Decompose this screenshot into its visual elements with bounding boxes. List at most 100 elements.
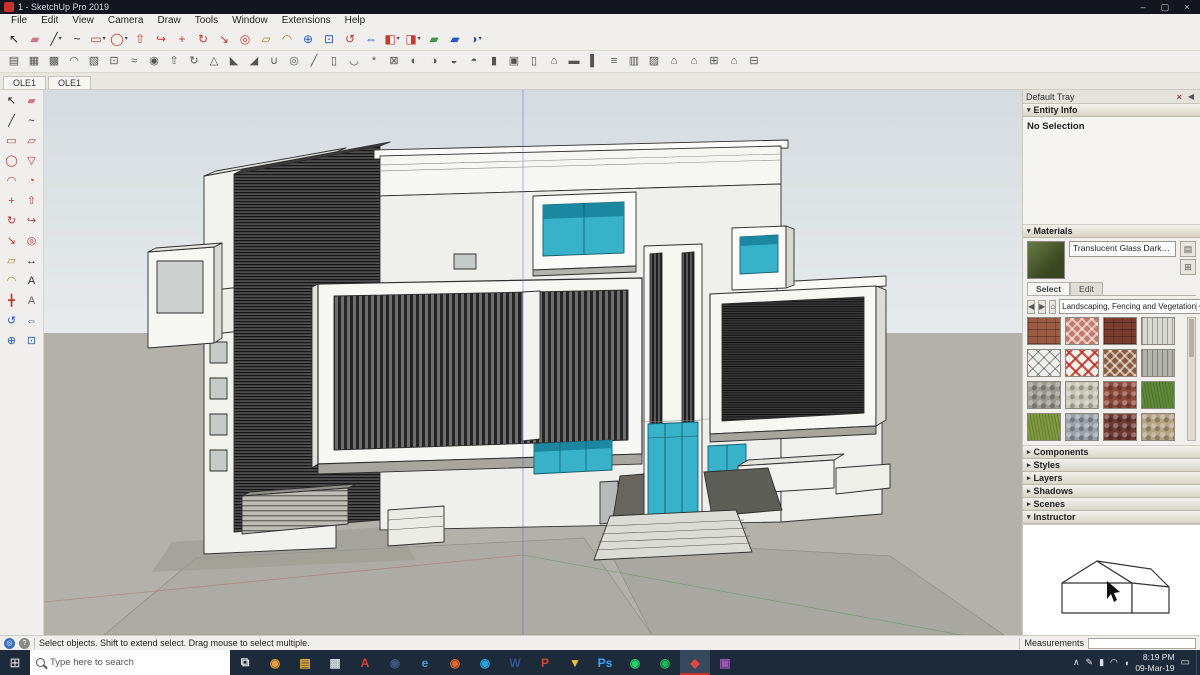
- pen-icon[interactable]: ✎: [1086, 657, 1094, 668]
- task-view-button[interactable]: ⧉: [230, 650, 260, 675]
- grid-tool[interactable]: ▩: [44, 52, 64, 72]
- hidden-icons-chevron[interactable]: ∧: [1073, 657, 1080, 668]
- steam-icon[interactable]: ◉: [380, 650, 410, 675]
- tray-close-icon[interactable]: ×: [1174, 92, 1185, 102]
- zoom-tool[interactable]: ⊕: [298, 29, 318, 49]
- menu-item[interactable]: Camera: [101, 14, 151, 27]
- materials-tab-select[interactable]: Select: [1027, 282, 1071, 295]
- back-button[interactable]: ◀: [1027, 299, 1036, 314]
- pushpull-tool[interactable]: ⇧: [22, 193, 41, 210]
- door-tool[interactable]: ▯: [524, 52, 544, 72]
- spotify-icon[interactable]: ◉: [650, 650, 680, 675]
- orbit-tool[interactable]: ↺: [2, 313, 21, 330]
- window-tool[interactable]: ▣: [504, 52, 524, 72]
- firefox-icon[interactable]: ◉: [440, 650, 470, 675]
- stamp-tool[interactable]: ⊡: [104, 52, 124, 72]
- powerpoint-icon[interactable]: P: [530, 650, 560, 675]
- solid-subtract-tool[interactable]: ◑: [424, 52, 444, 72]
- scale-tool[interactable]: ↘: [2, 233, 21, 250]
- drape-tool[interactable]: ▧: [84, 52, 104, 72]
- loft-tool[interactable]: ∪: [264, 52, 284, 72]
- pushpull-tool[interactable]: ⇧: [130, 29, 150, 49]
- menu-item[interactable]: Draw: [150, 14, 187, 27]
- swatch-stone-gray[interactable]: [1027, 381, 1061, 409]
- select-tool[interactable]: ↖: [2, 93, 21, 110]
- solid-trim-tool[interactable]: ◒: [444, 52, 464, 72]
- axes-tool[interactable]: ╋: [2, 293, 21, 310]
- in-model-button[interactable]: ⌂: [1049, 299, 1057, 314]
- swatch-gravel-dark[interactable]: [1103, 413, 1137, 441]
- measurements-input[interactable]: [1088, 637, 1196, 649]
- swatch-boards-gray[interactable]: [1141, 349, 1175, 377]
- smoove-tool[interactable]: ◉: [144, 52, 164, 72]
- stairs-tool[interactable]: ≡: [604, 52, 624, 72]
- pie-tool[interactable]: ◔: [22, 173, 41, 190]
- weld-edges-tool[interactable]: ◡: [344, 52, 364, 72]
- close-button[interactable]: ×: [1176, 0, 1198, 14]
- create-material-button[interactable]: ⊞: [1180, 259, 1196, 275]
- taskbar-clock[interactable]: 8:19 PM 09-Mar-19: [1135, 652, 1174, 672]
- pan-tool[interactable]: ⇔: [361, 29, 381, 49]
- material-name-field[interactable]: Translucent Glass Dark Green: [1069, 241, 1176, 257]
- materials-header[interactable]: ▾ Materials: [1023, 225, 1200, 238]
- network-icon[interactable]: ◠: [1110, 657, 1118, 668]
- downloads-icon[interactable]: ▼: [560, 650, 590, 675]
- calculator-icon[interactable]: ▦: [320, 650, 350, 675]
- dimension-tool[interactable]: ↔: [22, 253, 41, 270]
- start-button[interactable]: ⊞: [0, 650, 30, 675]
- whatsapp-icon[interactable]: ◉: [620, 650, 650, 675]
- zoom-extents-tool[interactable]: ⊡: [319, 29, 339, 49]
- pipe-tool[interactable]: ◎: [284, 52, 304, 72]
- viewport-3d-model[interactable]: [44, 90, 1022, 635]
- swatch-fence-white[interactable]: [1141, 317, 1175, 345]
- rotate-tool[interactable]: ↻: [193, 29, 213, 49]
- scene-tab[interactable]: OLE1: [3, 76, 47, 89]
- solid-union-tool[interactable]: ◐: [404, 52, 424, 72]
- menu-item[interactable]: View: [65, 14, 101, 27]
- line-tool[interactable]: ╱: [2, 113, 21, 130]
- wall-tool[interactable]: ▮: [484, 52, 504, 72]
- chamfer-tool[interactable]: ◢: [244, 52, 264, 72]
- move-tool[interactable]: +: [172, 29, 192, 49]
- 3d-warehouse-tool[interactable]: ⌂: [684, 52, 704, 72]
- orbit-tool[interactable]: ↺: [340, 29, 360, 49]
- taskbar-search[interactable]: Type here to search: [30, 650, 230, 675]
- text-tool[interactable]: A: [22, 273, 41, 290]
- menu-item[interactable]: File: [4, 14, 34, 27]
- rotated-rectangle-tool[interactable]: ▱: [22, 133, 41, 150]
- lathe-tool[interactable]: ↻: [184, 52, 204, 72]
- tray-autohide-icon[interactable]: ◀: [1185, 92, 1197, 101]
- share-model-tool[interactable]: ⊞: [704, 52, 724, 72]
- minimize-button[interactable]: –: [1132, 0, 1154, 14]
- tape-measure-tool[interactable]: ▱: [256, 29, 276, 49]
- zoom-extents-tool[interactable]: ⊡: [22, 333, 41, 350]
- pan-tool[interactable]: ⇔: [22, 313, 41, 330]
- explode-tool[interactable]: *: [364, 52, 384, 72]
- menu-item[interactable]: Extensions: [275, 14, 338, 27]
- swatch-gravel-red[interactable]: [1103, 381, 1137, 409]
- menu-item[interactable]: Help: [338, 14, 373, 27]
- tray-section-layers[interactable]: ▸ Layers: [1023, 472, 1200, 485]
- action-center-icon[interactable]: ▭: [1175, 657, 1196, 668]
- swatch-pebbles-light[interactable]: [1065, 381, 1099, 409]
- swatch-scrollbar[interactable]: [1187, 317, 1196, 441]
- swatch-lattice-white[interactable]: [1027, 349, 1061, 377]
- soften-edges-tool[interactable]: ◠: [64, 52, 84, 72]
- rectangle-tool[interactable]: ▭: [2, 133, 21, 150]
- scene-tab[interactable]: OLE1: [48, 76, 92, 89]
- entity-info-header[interactable]: ▾ Entity Info: [1023, 104, 1200, 117]
- extrude-tool[interactable]: ⇧: [164, 52, 184, 72]
- tray-section-shadows[interactable]: ▸ Shadows: [1023, 485, 1200, 498]
- telegram-icon[interactable]: ◉: [470, 650, 500, 675]
- offset-tool[interactable]: ◎: [22, 233, 41, 250]
- file-explorer-icon[interactable]: ▤: [290, 650, 320, 675]
- column-tool[interactable]: ▌: [584, 52, 604, 72]
- menu-item[interactable]: Window: [225, 14, 275, 27]
- polygon-tool[interactable]: ▽: [22, 153, 41, 170]
- floor-tool[interactable]: ▬: [564, 52, 584, 72]
- shadows-toggle-tool[interactable]: ◑ ▾: [466, 29, 486, 49]
- freehand-tool[interactable]: ~: [22, 113, 41, 130]
- swatch-brick-dark[interactable]: [1103, 317, 1137, 345]
- component-house-tool[interactable]: ⌂: [664, 52, 684, 72]
- section-display-tool[interactable]: ▰: [445, 29, 465, 49]
